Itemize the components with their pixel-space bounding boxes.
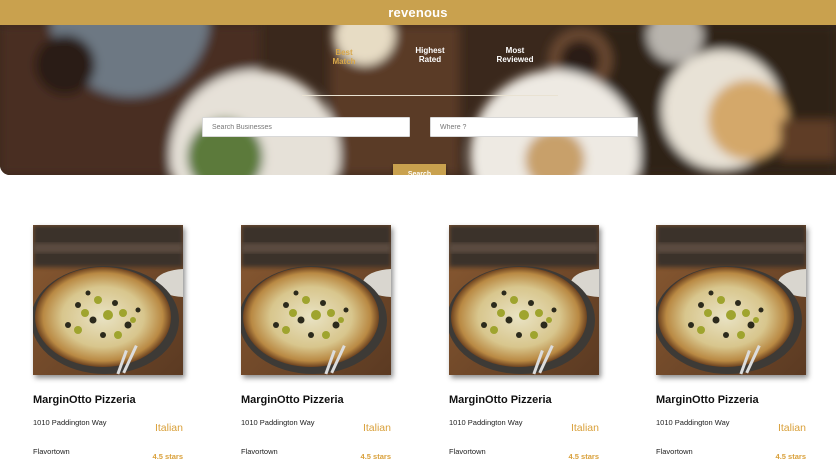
- business-rating: 4.5 stars: [360, 452, 391, 461]
- location-input[interactable]: [430, 117, 638, 137]
- business-address: 1010 Paddington Way: [656, 418, 730, 427]
- business-city: Flavortown: [33, 447, 70, 456]
- business-city: Flavortown: [656, 447, 693, 456]
- business-cuisine: Italian: [362, 422, 391, 434]
- sort-tabs: Best Match Highest Rated Most Reviewed: [302, 46, 558, 96]
- business-address: 1010 Paddington Way: [241, 418, 315, 427]
- business-city: Flavortown: [449, 447, 486, 456]
- business-cuisine: Italian: [570, 422, 599, 434]
- business-rating: 4.5 stars: [775, 452, 806, 461]
- business-name[interactable]: MarginOtto Pizzeria: [449, 394, 552, 406]
- pizza-photo-icon: [449, 225, 599, 375]
- business-photo[interactable]: [656, 225, 806, 375]
- business-cuisine: Italian: [777, 422, 806, 434]
- business-card[interactable]: MarginOtto Pizzeria 1010 Paddington Way …: [449, 225, 601, 466]
- business-card[interactable]: MarginOtto Pizzeria 1010 Paddington Way …: [33, 225, 185, 466]
- pizza-photo-icon: [33, 225, 183, 375]
- business-name[interactable]: MarginOtto Pizzeria: [33, 394, 136, 406]
- hero-search-section: Best Match Highest Rated Most Reviewed S…: [0, 25, 836, 175]
- business-photo[interactable]: [241, 225, 391, 375]
- business-city: Flavortown: [241, 447, 278, 456]
- pizza-photo-icon: [656, 225, 806, 375]
- business-photo[interactable]: [449, 225, 599, 375]
- brand-logo[interactable]: revenous: [388, 0, 447, 25]
- business-card[interactable]: MarginOtto Pizzeria 1010 Paddington Way …: [241, 225, 393, 466]
- pizza-photo-icon: [241, 225, 391, 375]
- business-address: 1010 Paddington Way: [449, 418, 523, 427]
- business-rating: 4.5 stars: [152, 452, 183, 461]
- business-address: 1010 Paddington Way: [33, 418, 107, 427]
- search-businesses-input[interactable]: [202, 117, 410, 137]
- top-bar: revenous: [0, 0, 836, 25]
- business-card[interactable]: MarginOtto Pizzeria 1010 Paddington Way …: [656, 225, 808, 466]
- tab-highest-rated[interactable]: Highest Rated: [400, 46, 460, 64]
- tab-most-reviewed[interactable]: Most Reviewed: [485, 46, 545, 64]
- business-rating: 4.5 stars: [568, 452, 599, 461]
- business-photo[interactable]: [33, 225, 183, 375]
- business-name[interactable]: MarginOtto Pizzeria: [241, 394, 344, 406]
- tab-best-match[interactable]: Best Match: [314, 48, 374, 66]
- search-button[interactable]: Search: [393, 164, 446, 175]
- business-name[interactable]: MarginOtto Pizzeria: [656, 394, 759, 406]
- business-cuisine: Italian: [154, 422, 183, 434]
